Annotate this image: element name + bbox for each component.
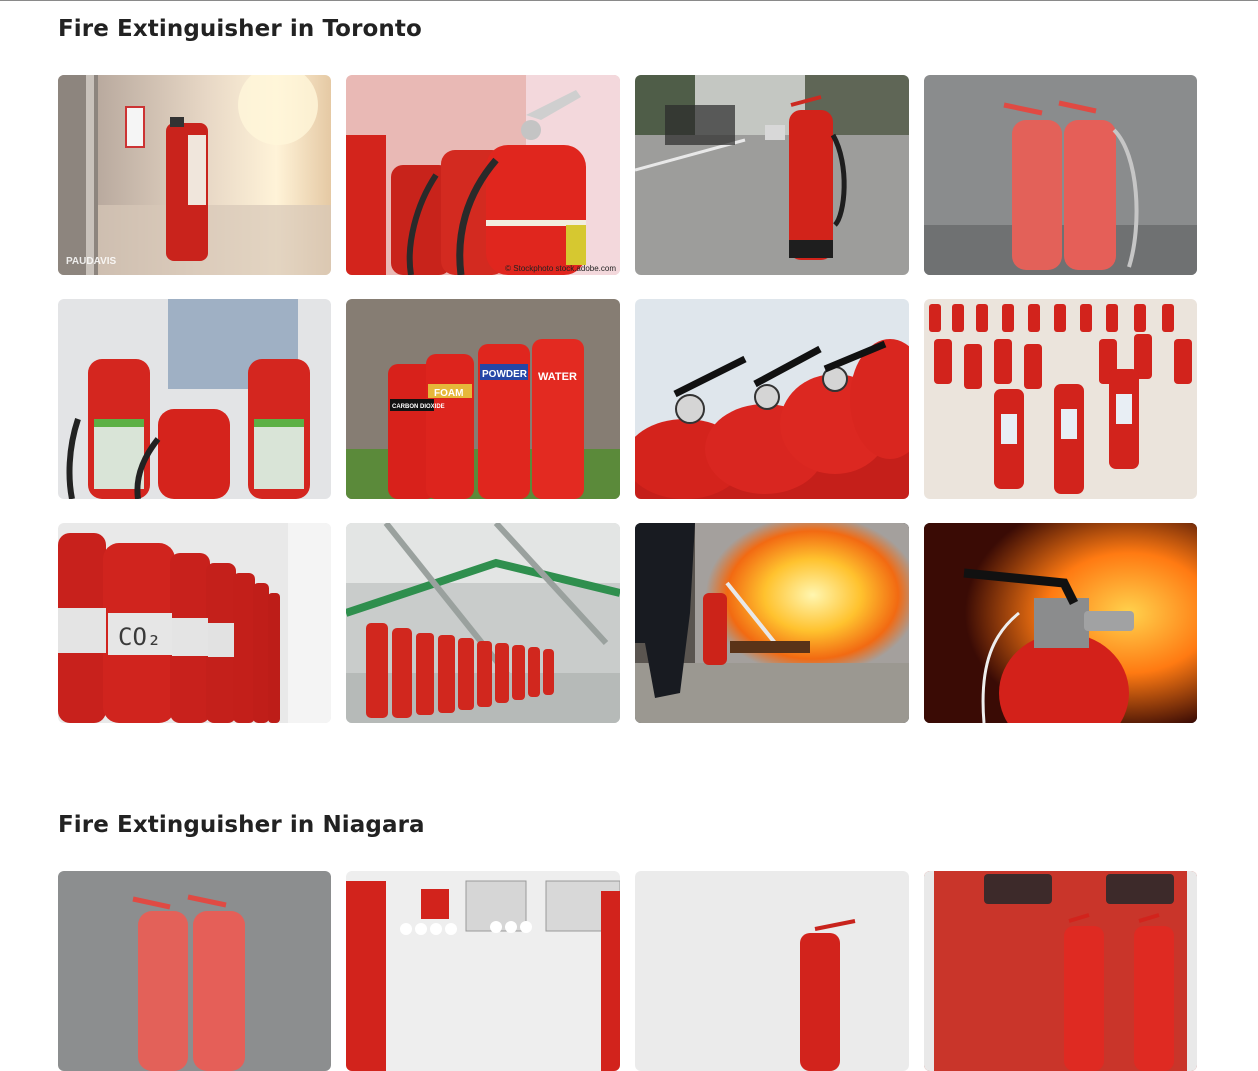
gallery-image[interactable] <box>346 523 620 723</box>
image-grid: PAUDAVIS © Stockphoto stock.adobe.com CA… <box>58 75 1197 723</box>
gallery-image[interactable] <box>924 523 1197 723</box>
gallery-image[interactable] <box>635 299 909 499</box>
gallery-image[interactable] <box>635 75 909 275</box>
gallery-image[interactable] <box>346 871 620 1071</box>
gallery-image[interactable] <box>58 871 331 1071</box>
gallery-image[interactable]: CO₂ <box>58 523 331 723</box>
section-toronto: Fire Extinguisher in Toronto PAUDAVIS © … <box>58 16 1198 723</box>
co2-label: CO₂ <box>118 623 161 651</box>
section-title: Fire Extinguisher in Niagara <box>58 812 425 838</box>
gallery-image[interactable]: © Stockphoto stock.adobe.com <box>346 75 620 275</box>
section-title: Fire Extinguisher in Toronto <box>58 16 422 42</box>
gallery-image[interactable] <box>635 871 909 1071</box>
svg-text:FOAM: FOAM <box>434 388 463 399</box>
watermark-text: PAUDAVIS <box>66 256 117 267</box>
svg-text:POWDER: POWDER <box>482 369 528 380</box>
gallery-image[interactable]: CARBON DIOXIDE FOAM POWDER WATER <box>346 299 620 499</box>
image-grid <box>58 871 1197 1071</box>
gallery-image[interactable] <box>635 523 909 723</box>
svg-text:WATER: WATER <box>538 371 577 383</box>
gallery-image[interactable] <box>924 299 1197 499</box>
section-niagara: Fire Extinguisher in Niagara <box>58 812 1198 1071</box>
gallery-image[interactable]: PAUDAVIS <box>58 75 331 275</box>
gallery-image[interactable] <box>58 299 331 499</box>
gallery-image[interactable] <box>924 871 1197 1071</box>
watermark-text: © Stockphoto stock.adobe.com <box>505 264 616 273</box>
gallery-image[interactable] <box>924 75 1197 275</box>
top-divider <box>0 0 1258 1</box>
svg-text:CARBON DIOXIDE: CARBON DIOXIDE <box>392 404 445 410</box>
